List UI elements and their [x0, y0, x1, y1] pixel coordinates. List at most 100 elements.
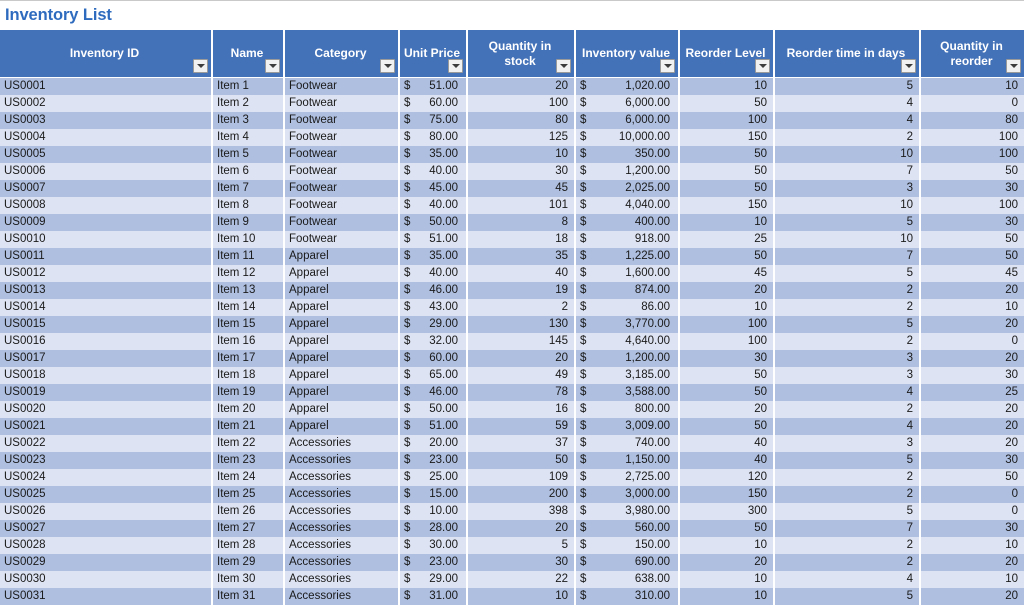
cell-quantity-in-reorder[interactable]: 30: [921, 367, 1024, 384]
cell-unit-price[interactable]: $29.00: [400, 316, 468, 333]
cell-unit-price[interactable]: $40.00: [400, 265, 468, 282]
cell-reorder-level[interactable]: 50: [680, 163, 775, 180]
cell-unit-price[interactable]: $80.00: [400, 129, 468, 146]
cell-reorder-level[interactable]: 150: [680, 486, 775, 503]
cell-inventory-value[interactable]: $638.00: [576, 571, 680, 588]
cell-quantity-in-reorder[interactable]: 50: [921, 231, 1024, 248]
cell-reorder-time-days[interactable]: 2: [775, 469, 921, 486]
cell-category[interactable]: Apparel: [285, 418, 400, 435]
cell-name[interactable]: Item 13: [213, 282, 285, 299]
cell-category[interactable]: Apparel: [285, 299, 400, 316]
cell-inventory-id[interactable]: US0015: [0, 316, 213, 333]
cell-unit-price[interactable]: $51.00: [400, 231, 468, 248]
cell-inventory-value[interactable]: $1,150.00: [576, 452, 680, 469]
cell-reorder-time-days[interactable]: 2: [775, 554, 921, 571]
cell-quantity-in-reorder[interactable]: 10: [921, 78, 1024, 95]
cell-inventory-value[interactable]: $2,725.00: [576, 469, 680, 486]
table-row[interactable]: US0011 Item 11 Apparel $35.00 35 $1,225.00 50 7…: [0, 248, 1024, 265]
cell-reorder-level[interactable]: 40: [680, 435, 775, 452]
column-header-reorder-time-days[interactable]: Reorder time in days: [775, 30, 921, 78]
table-row[interactable]: US0003 Item 3 Footwear $75.00 80 $6,000.00 100…: [0, 112, 1024, 129]
cell-quantity-in-stock[interactable]: 19: [468, 282, 576, 299]
table-row[interactable]: US0004 Item 4 Footwear $80.00 125 $10,000.00 1…: [0, 129, 1024, 146]
cell-name[interactable]: Item 31: [213, 588, 285, 605]
cell-inventory-value[interactable]: $1,200.00: [576, 350, 680, 367]
cell-quantity-in-stock[interactable]: 30: [468, 554, 576, 571]
cell-quantity-in-reorder[interactable]: 20: [921, 401, 1024, 418]
cell-quantity-in-stock[interactable]: 80: [468, 112, 576, 129]
cell-inventory-value[interactable]: $10,000.00: [576, 129, 680, 146]
cell-quantity-in-stock[interactable]: 100: [468, 95, 576, 112]
cell-quantity-in-reorder[interactable]: 30: [921, 214, 1024, 231]
cell-reorder-time-days[interactable]: 2: [775, 401, 921, 418]
cell-category[interactable]: Accessories: [285, 452, 400, 469]
cell-quantity-in-reorder[interactable]: 20: [921, 282, 1024, 299]
cell-quantity-in-reorder[interactable]: 10: [921, 537, 1024, 554]
filter-dropdown-icon[interactable]: [265, 59, 280, 73]
cell-inventory-value[interactable]: $1,020.00: [576, 78, 680, 95]
cell-name[interactable]: Item 18: [213, 367, 285, 384]
cell-inventory-value[interactable]: $86.00: [576, 299, 680, 316]
table-row[interactable]: US0021 Item 21 Apparel $51.00 59 $3,009.00 50 4…: [0, 418, 1024, 435]
cell-inventory-id[interactable]: US0012: [0, 265, 213, 282]
cell-quantity-in-stock[interactable]: 398: [468, 503, 576, 520]
cell-inventory-value[interactable]: $150.00: [576, 537, 680, 554]
filter-dropdown-icon[interactable]: [380, 59, 395, 73]
cell-inventory-id[interactable]: US0025: [0, 486, 213, 503]
cell-reorder-time-days[interactable]: 2: [775, 333, 921, 350]
cell-inventory-id[interactable]: US0016: [0, 333, 213, 350]
filter-dropdown-icon[interactable]: [448, 59, 463, 73]
cell-quantity-in-reorder[interactable]: 10: [921, 299, 1024, 316]
cell-reorder-time-days[interactable]: 10: [775, 197, 921, 214]
table-row[interactable]: US0026 Item 26 Accessories $10.00 398 $3,980.…: [0, 503, 1024, 520]
cell-inventory-id[interactable]: US0003: [0, 112, 213, 129]
cell-reorder-time-days[interactable]: 5: [775, 588, 921, 605]
cell-reorder-time-days[interactable]: 3: [775, 367, 921, 384]
cell-inventory-value[interactable]: $3,000.00: [576, 486, 680, 503]
cell-unit-price[interactable]: $43.00: [400, 299, 468, 316]
cell-quantity-in-stock[interactable]: 30: [468, 163, 576, 180]
cell-quantity-in-reorder[interactable]: 50: [921, 248, 1024, 265]
cell-name[interactable]: Item 9: [213, 214, 285, 231]
cell-name[interactable]: Item 26: [213, 503, 285, 520]
cell-name[interactable]: Item 14: [213, 299, 285, 316]
cell-name[interactable]: Item 27: [213, 520, 285, 537]
cell-inventory-value[interactable]: $4,040.00: [576, 197, 680, 214]
cell-category[interactable]: Footwear: [285, 163, 400, 180]
cell-quantity-in-reorder[interactable]: 25: [921, 384, 1024, 401]
cell-unit-price[interactable]: $50.00: [400, 401, 468, 418]
cell-inventory-value[interactable]: $3,588.00: [576, 384, 680, 401]
cell-quantity-in-stock[interactable]: 130: [468, 316, 576, 333]
table-row[interactable]: US0010 Item 10 Footwear $51.00 18 $918.00 25 10…: [0, 231, 1024, 248]
cell-reorder-level[interactable]: 10: [680, 571, 775, 588]
cell-inventory-value[interactable]: $350.00: [576, 146, 680, 163]
cell-reorder-time-days[interactable]: 3: [775, 350, 921, 367]
cell-quantity-in-reorder[interactable]: 50: [921, 469, 1024, 486]
cell-inventory-id[interactable]: US0030: [0, 571, 213, 588]
cell-category[interactable]: Footwear: [285, 78, 400, 95]
cell-name[interactable]: Item 2: [213, 95, 285, 112]
cell-quantity-in-stock[interactable]: 37: [468, 435, 576, 452]
cell-unit-price[interactable]: $20.00: [400, 435, 468, 452]
cell-unit-price[interactable]: $60.00: [400, 350, 468, 367]
cell-inventory-id[interactable]: US0020: [0, 401, 213, 418]
filter-dropdown-icon[interactable]: [1006, 59, 1021, 73]
cell-reorder-level[interactable]: 25: [680, 231, 775, 248]
cell-quantity-in-reorder[interactable]: 50: [921, 163, 1024, 180]
filter-dropdown-icon[interactable]: [755, 59, 770, 73]
cell-name[interactable]: Item 5: [213, 146, 285, 163]
cell-category[interactable]: Apparel: [285, 316, 400, 333]
cell-inventory-id[interactable]: US0002: [0, 95, 213, 112]
cell-category[interactable]: Accessories: [285, 588, 400, 605]
cell-name[interactable]: Item 12: [213, 265, 285, 282]
table-row[interactable]: US0024 Item 24 Accessories $25.00 109 $2,725.…: [0, 469, 1024, 486]
cell-reorder-time-days[interactable]: 3: [775, 180, 921, 197]
table-row[interactable]: US0014 Item 14 Apparel $43.00 2 $86.00 10 2 10: [0, 299, 1024, 316]
cell-name[interactable]: Item 8: [213, 197, 285, 214]
cell-quantity-in-stock[interactable]: 5: [468, 537, 576, 554]
table-row[interactable]: US0030 Item 30 Accessories $29.00 22 $638.00 1…: [0, 571, 1024, 588]
cell-category[interactable]: Accessories: [285, 486, 400, 503]
cell-category[interactable]: Footwear: [285, 180, 400, 197]
cell-category[interactable]: Apparel: [285, 248, 400, 265]
cell-inventory-id[interactable]: US0028: [0, 537, 213, 554]
